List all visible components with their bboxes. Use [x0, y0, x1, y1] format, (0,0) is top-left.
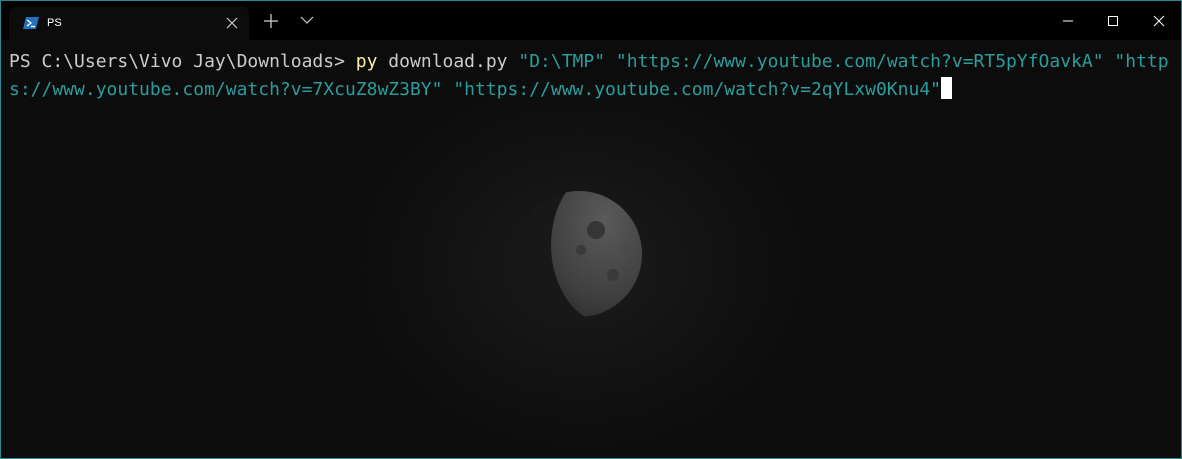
argument-url-3: "https://www.youtube.com/watch?v=2qYLxw0…	[453, 79, 941, 100]
minimize-button[interactable]	[1045, 1, 1091, 40]
maximize-button[interactable]	[1090, 1, 1136, 40]
chevron-down-icon[interactable]	[300, 15, 314, 25]
minimize-icon	[1063, 20, 1073, 21]
text-cursor	[941, 77, 952, 99]
tab-title: PS	[47, 17, 62, 29]
close-button[interactable]	[1136, 1, 1181, 40]
title-bar[interactable]: PS	[1, 1, 1181, 40]
terminal-output: PS C:\Users\Vivo Jay\Downloads> py downl…	[9, 48, 1173, 104]
script-text: download.py	[377, 51, 519, 72]
close-icon	[1153, 15, 1165, 26]
terminal-pane[interactable]: PS C:\Users\Vivo Jay\Downloads> py downl…	[1, 40, 1181, 458]
maximize-icon	[1108, 15, 1118, 26]
argument-path: "D:\TMP"	[518, 51, 606, 72]
prompt-text: PS C:\Users\Vivo Jay\Downloads>	[9, 51, 356, 72]
terminal-window: PS PS C:\Users\Vivo Jay\Downloads> py do…	[0, 0, 1182, 459]
tab-close-icon[interactable]	[225, 16, 239, 30]
plus-icon[interactable]	[263, 13, 279, 29]
command-text: py	[355, 51, 378, 72]
tab-ps[interactable]: PS	[9, 7, 249, 40]
argument-url-1: "https://www.youtube.com/watch?v=RT5pYfO…	[615, 51, 1104, 72]
powershell-icon	[23, 17, 39, 29]
